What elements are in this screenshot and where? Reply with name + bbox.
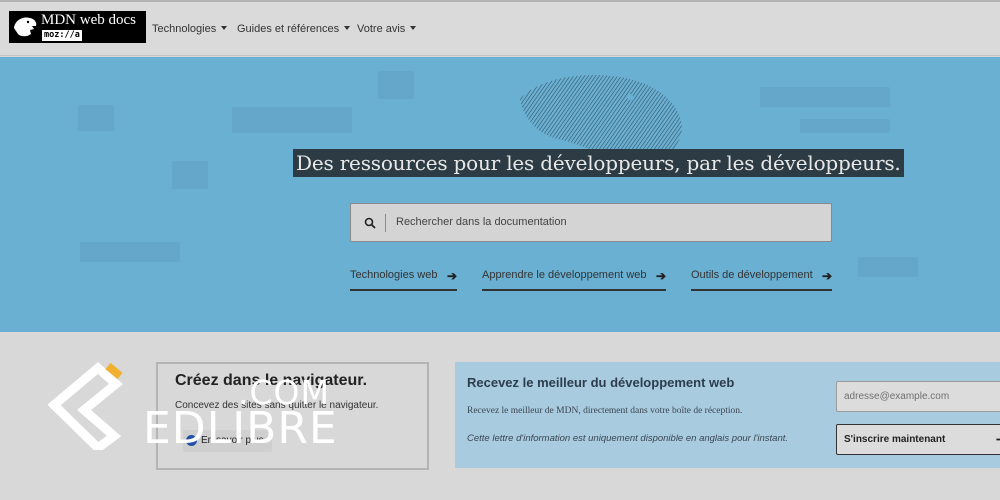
search-placeholder: Rechercher dans la documentation bbox=[396, 216, 567, 228]
signup-button[interactable]: S'inscrire maintenant ➔ bbox=[836, 424, 1000, 455]
nav-feedback-label: Votre avis bbox=[357, 23, 406, 35]
search-icon bbox=[364, 217, 376, 229]
nav-guides[interactable]: Guides et références bbox=[237, 23, 351, 35]
background-decoration bbox=[800, 119, 890, 133]
search-divider bbox=[385, 214, 386, 232]
link-learn-web-dev[interactable]: Apprendre le développement web ➔ bbox=[482, 268, 666, 291]
caret-down-icon bbox=[410, 26, 417, 30]
email-field[interactable]: adresse@example.com bbox=[836, 381, 1000, 412]
link-developer-tools[interactable]: Outils de développement ➔ bbox=[691, 268, 832, 291]
background-decoration bbox=[378, 71, 414, 99]
signup-label: S'inscrire maintenant bbox=[844, 434, 946, 445]
email-placeholder: adresse@example.com bbox=[844, 391, 950, 402]
dinosaur-icon bbox=[14, 17, 37, 37]
caret-down-icon bbox=[344, 26, 351, 30]
edlibre-logo-icon bbox=[48, 362, 123, 450]
caret-down-icon bbox=[221, 26, 228, 30]
link-learn-web-dev-label: Apprendre le développement web bbox=[482, 269, 647, 281]
newsletter-title: Recevez le meilleur du développement web bbox=[467, 375, 735, 390]
nav-technologies[interactable]: Technologies bbox=[152, 23, 228, 35]
hero-title: Des ressources pour les développeurs, pa… bbox=[293, 149, 904, 177]
hero-section: Des ressources pour les développeurs, pa… bbox=[0, 57, 1000, 332]
background-decoration bbox=[80, 242, 180, 262]
background-decoration bbox=[172, 161, 208, 189]
newsletter-text: Recevez le meilleur de MDN, directement … bbox=[467, 406, 743, 416]
newsletter-card: Recevez le meilleur du développement web… bbox=[455, 362, 1000, 468]
link-web-technologies[interactable]: Technologies web ➔ bbox=[350, 268, 457, 291]
logo-title: MDN web docs bbox=[41, 12, 136, 28]
newsletter-note: Cette lettre d'information est uniquemen… bbox=[467, 433, 789, 444]
background-decoration bbox=[232, 107, 352, 133]
background-decoration bbox=[858, 257, 918, 277]
arrow-right-icon: ➔ bbox=[446, 269, 457, 283]
nav-feedback[interactable]: Votre avis bbox=[357, 23, 417, 35]
background-decoration bbox=[760, 87, 890, 107]
arrow-right-icon: ➔ bbox=[996, 433, 1000, 446]
watermark-name: EDLIBRE bbox=[143, 403, 338, 454]
nav-guides-label: Guides et références bbox=[237, 23, 340, 35]
nav-technologies-label: Technologies bbox=[152, 23, 217, 35]
site-header: MDN web docs moz://a Technologies Guides… bbox=[0, 0, 1000, 56]
background-decoration bbox=[78, 105, 114, 131]
mdn-logo[interactable]: MDN web docs moz://a bbox=[9, 11, 146, 43]
mozilla-wordmark: moz://a bbox=[42, 30, 82, 41]
link-developer-tools-label: Outils de développement bbox=[691, 269, 813, 281]
arrow-right-icon: ➔ bbox=[655, 269, 666, 283]
search-input[interactable]: Rechercher dans la documentation bbox=[350, 203, 832, 242]
arrow-right-icon: ➔ bbox=[821, 269, 832, 283]
link-web-technologies-label: Technologies web bbox=[350, 269, 438, 281]
